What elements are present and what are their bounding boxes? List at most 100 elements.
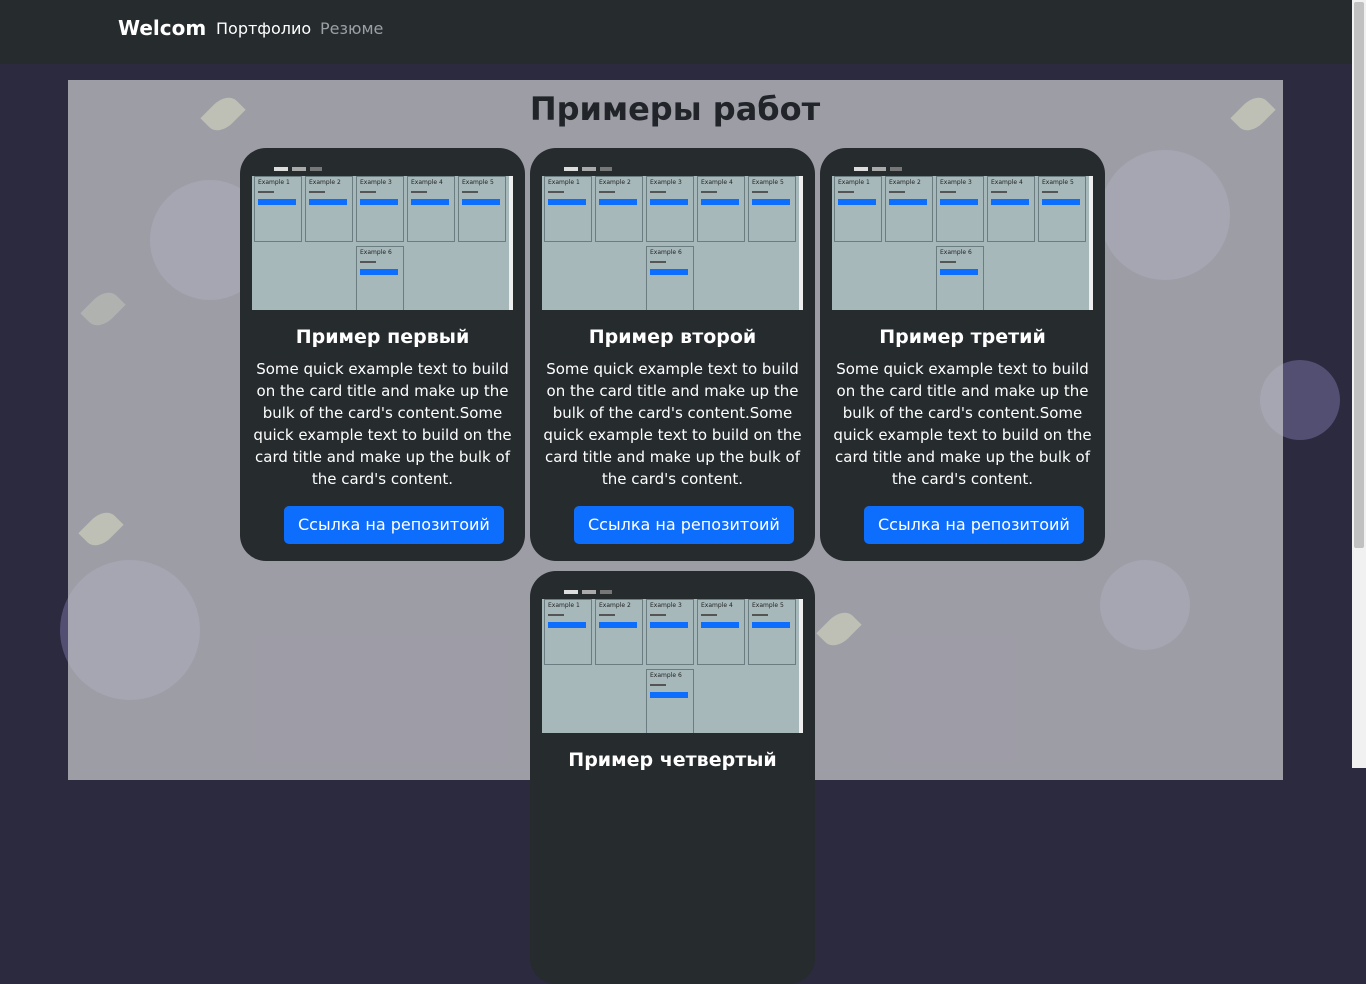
preview-mini-card-text (548, 614, 564, 616)
preview-mini-card-text (889, 191, 905, 193)
navbar-brand[interactable]: Welcom (118, 16, 206, 40)
preview-mini-card: Example 5 (1038, 176, 1086, 242)
preview-mini-card-title: Example 1 (548, 602, 580, 609)
preview-mini-card-text (360, 191, 376, 193)
preview-mini-card: Example 4 (987, 176, 1035, 242)
preview-mini-card: Example 1 (544, 599, 592, 665)
preview-mini-card-button (838, 199, 876, 205)
top-navbar: Welcom Портфолио Резюме (0, 0, 1352, 64)
preview-mini-card-button (650, 199, 688, 205)
preview-mini-card-text (258, 191, 274, 193)
preview-mini-card-title: Example 6 (650, 249, 682, 256)
page-scrollbar[interactable] (1352, 0, 1366, 768)
preview-mini-card-title: Example 6 (650, 672, 682, 679)
preview-mini-card-button (991, 199, 1029, 205)
preview-mini-card: Example 5 (748, 176, 796, 242)
preview-mini-card-button (411, 199, 449, 205)
nav-link-portfolio[interactable]: Портфолио (216, 19, 311, 38)
preview-mini-card: Example 2 (595, 176, 643, 242)
preview-mini-card-title: Example 5 (462, 179, 494, 186)
preview-mini-card-text (752, 191, 768, 193)
preview-scrollbar (509, 176, 513, 310)
preview-mini-card-button (462, 199, 500, 205)
preview-mini-card-title: Example 3 (650, 179, 682, 186)
preview-mini-card-title: Example 3 (940, 179, 972, 186)
preview-mini-card-title: Example 2 (599, 602, 631, 609)
preview-mini-card-button (752, 622, 790, 628)
preview-mini-card-title: Example 4 (991, 179, 1023, 186)
preview-mini-card: Example 1 (254, 176, 302, 242)
preview-mini-card-title: Example 3 (360, 179, 392, 186)
preview-nav-item (274, 167, 288, 171)
preview-mini-card-title: Example 3 (650, 602, 682, 609)
card-title: Пример первый (295, 326, 470, 348)
preview-mini-card-text (650, 614, 666, 616)
preview-mini-card-text (462, 191, 478, 193)
preview-nav-item (582, 167, 596, 171)
preview-mini-card: Example 4 (407, 176, 455, 242)
preview-mini-card-title: Example 4 (701, 602, 733, 609)
preview-mini-card-button (650, 622, 688, 628)
repository-link-button[interactable]: Ссылка на репозитоий (574, 506, 794, 544)
preview-mini-card-button (1042, 199, 1080, 205)
scrollbar-thumb[interactable] (1354, 2, 1364, 548)
repository-link-button[interactable]: Ссылка на репозитоий (284, 506, 504, 544)
preview-mini-card: Example 4 (697, 176, 745, 242)
preview-mini-card-text (650, 191, 666, 193)
preview-mini-card-text (548, 191, 564, 193)
preview-mini-card-button (940, 199, 978, 205)
preview-mini-card-text (360, 261, 376, 263)
card-text: Some quick example text to build on the … (833, 360, 1092, 488)
preview-mini-card-title: Example 1 (838, 179, 870, 186)
card-title: Пример третий (879, 326, 1046, 348)
preview-mini-card-text (599, 614, 615, 616)
preview-mini-card-text (940, 191, 956, 193)
preview-navbar (252, 164, 513, 176)
preview-mini-card-title: Example 5 (752, 179, 784, 186)
preview-mini-card-text (701, 191, 717, 193)
repository-link-button[interactable]: Ссылка на репозитоий (864, 506, 1084, 544)
preview-mini-card-button (360, 199, 398, 205)
card-preview-image: Example 1 Example 2 Example 3 Example 4 Exam… (252, 164, 513, 310)
preview-mini-card-text (411, 191, 427, 193)
preview-mini-card: Example 3 (936, 176, 984, 242)
preview-mini-card-text (309, 191, 325, 193)
card-text: Some quick example text to build on the … (253, 360, 512, 488)
preview-mini-card-button (548, 622, 586, 628)
preview-mini-card-title: Example 6 (360, 249, 392, 256)
preview-mini-card: Example 6 (646, 246, 694, 310)
preview-nav-item (854, 167, 868, 171)
preview-mini-card-title: Example 2 (309, 179, 341, 186)
preview-nav-item (600, 167, 612, 171)
preview-mini-card-text (1042, 191, 1058, 193)
preview-mini-card: Example 2 (595, 599, 643, 665)
preview-navbar (542, 587, 803, 599)
preview-nav-item (292, 167, 306, 171)
preview-mini-card-text (599, 191, 615, 193)
preview-mini-card-title: Example 4 (701, 179, 733, 186)
preview-mini-card-text (991, 191, 1007, 193)
preview-mini-card-button (309, 199, 347, 205)
preview-mini-card-button (650, 692, 688, 698)
card-preview-image: Example 1 Example 2 Example 3 Example 4 Exam… (832, 164, 1093, 310)
preview-nav-item (600, 590, 612, 594)
card-preview-image: Example 1 Example 2 Example 3 Example 4 Exam… (542, 587, 803, 733)
preview-mini-card-button (548, 199, 586, 205)
nav-link-resume[interactable]: Резюме (320, 19, 383, 38)
preview-mini-card: Example 6 (646, 669, 694, 733)
preview-mini-card-title: Example 2 (889, 179, 921, 186)
preview-mini-card-text (838, 191, 854, 193)
preview-mini-card-button (701, 622, 739, 628)
portfolio-card-1: Example 1 Example 2 Example 3 Example 4 Exam… (240, 148, 525, 561)
preview-nav-item (564, 167, 578, 171)
preview-mini-card: Example 5 (748, 599, 796, 665)
preview-mini-card: Example 3 (646, 176, 694, 242)
preview-mini-card-text (650, 684, 666, 686)
page-title: Примеры работ (529, 90, 821, 128)
preview-mini-card-button (650, 269, 688, 275)
portfolio-card-2: Example 1 Example 2 Example 3 Example 4 Exam… (530, 148, 815, 561)
preview-mini-card-text (940, 261, 956, 263)
preview-mini-card: Example 2 (305, 176, 353, 242)
preview-mini-card-title: Example 5 (752, 602, 784, 609)
preview-mini-card-button (258, 199, 296, 205)
